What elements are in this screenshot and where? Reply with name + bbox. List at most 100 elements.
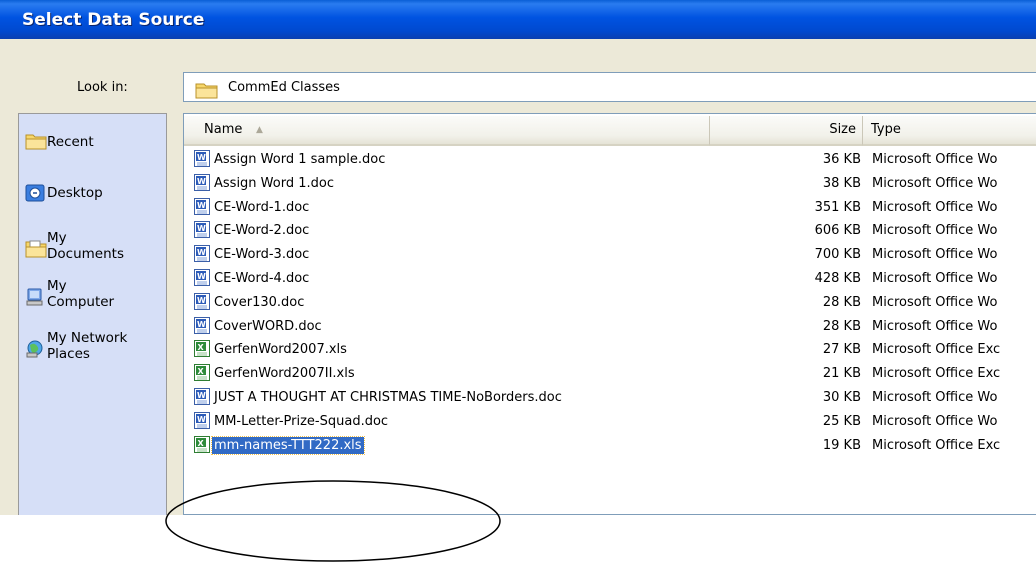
file-name: Assign Word 1.doc [214, 175, 334, 191]
svg-text:X: X [198, 343, 205, 352]
file-size: 28 KB [822, 294, 861, 310]
file-type: Microsoft Office Wo [872, 294, 998, 310]
file-row[interactable]: W MM-Letter-Prize-Squad.doc 25 KB Microsoft… [184, 410, 1036, 433]
file-row[interactable]: Xmm-names-TTT222.xls 19 KB Microsoft Offic… [184, 434, 1036, 457]
file-size: 25 KB [822, 413, 861, 429]
places-bar: Recent Desktop My Documents My Computer [18, 113, 167, 515]
look-in-dropdown[interactable]: CommEd Classes [183, 72, 1036, 102]
file-size: 21 KB [822, 366, 861, 382]
file-row[interactable]: W Assign Word 1 sample.doc 36 KB Microsoft … [184, 148, 1036, 171]
word-file-icon: W [194, 388, 211, 410]
file-row[interactable]: W CE-Word-1.doc 351 KB Microsoft Office Wo [184, 196, 1036, 219]
file-size: 28 KB [822, 318, 861, 334]
look-in-label: Look in: [77, 80, 128, 95]
file-list[interactable]: Name ▲ Size Type W Assign Word 1 sample.d… [183, 113, 1036, 515]
file-row[interactable]: W Cover130.doc 28 KB Microsoft Office Wo [184, 291, 1036, 314]
svg-text:W: W [197, 177, 206, 186]
place-label-line2: Computer [47, 294, 115, 310]
place-label: Recent [47, 134, 94, 150]
file-type: Microsoft Office Wo [872, 175, 998, 191]
network-globe-icon [25, 339, 47, 363]
svg-text:X: X [198, 439, 205, 448]
column-header-type[interactable]: Type [863, 116, 1036, 146]
place-label-line1: My [47, 230, 67, 246]
file-row[interactable]: X GerfenWord2007II.xls 21 KB Microsoft Offi… [184, 362, 1036, 385]
file-row[interactable]: W CoverWORD.doc 28 KB Microsoft Office Wo [184, 315, 1036, 338]
file-name: MM-Letter-Prize-Squad.doc [214, 413, 389, 429]
file-type: Microsoft Office Wo [872, 318, 998, 334]
column-header-name[interactable]: Name ▲ [184, 116, 710, 146]
select-data-source-dialog: Select Data Source Look in: CommEd Class… [0, 0, 1036, 515]
file-size: 351 KB [814, 199, 861, 215]
file-size: 19 KB [822, 437, 861, 453]
place-label-line1: My [47, 278, 67, 294]
column-size-label: Size [829, 122, 856, 137]
word-file-icon: W [194, 316, 211, 339]
file-type: Microsoft Office Wo [872, 199, 998, 215]
highlight-ellipse [165, 480, 501, 562]
file-row[interactable]: W CE-Word-3.doc 700 KB Microsoft Office Wo [184, 243, 1036, 266]
look-in-value: CommEd Classes [228, 80, 340, 95]
word-file-icon: W [194, 221, 211, 243]
column-type-label: Type [871, 122, 901, 137]
file-size: 30 KB [822, 390, 861, 405]
svg-text:W: W [197, 415, 206, 424]
file-name: JUST A THOUGHT AT CHRISTMAS TIME-NoBorde… [214, 390, 562, 405]
file-type: Microsoft Office Wo [872, 223, 998, 239]
file-size: 36 KB [822, 152, 861, 167]
place-label-line2: Documents [47, 246, 124, 262]
recent-folder-icon [25, 132, 47, 154]
file-row[interactable]: W CE-Word-2.doc 606 KB Microsoft Office Wo [184, 219, 1036, 242]
file-size: 38 KB [822, 175, 861, 191]
file-name: CE-Word-4.doc [214, 271, 310, 286]
word-file-icon: W [194, 197, 211, 220]
svg-text:W: W [197, 201, 206, 210]
file-name: Cover130.doc [214, 294, 305, 310]
file-type: Microsoft Office Wo [872, 390, 998, 405]
dialog-title: Select Data Source [22, 10, 205, 30]
file-name: CE-Word-1.doc [214, 199, 310, 215]
excel-file-icon: X [194, 340, 211, 362]
excel-file-icon: X [194, 435, 211, 458]
file-row[interactable]: W Assign Word 1.doc 38 KB Microsoft Office … [184, 172, 1036, 195]
file-size: 428 KB [814, 271, 861, 286]
file-type: Microsoft Office Exc [872, 342, 1001, 358]
file-name: GerfenWord2007.xls [214, 342, 347, 358]
file-row[interactable]: W CE-Word-4.doc 428 KB Microsoft Office Wo [184, 267, 1036, 290]
excel-file-icon: X [194, 364, 211, 386]
file-row[interactable]: W JUST A THOUGHT AT CHRISTMAS TIME-NoBord… [184, 386, 1036, 409]
file-type: Microsoft Office Wo [872, 271, 998, 286]
svg-text:W: W [197, 224, 206, 233]
word-file-icon: W [194, 150, 211, 172]
file-type: Microsoft Office Wo [872, 413, 998, 429]
word-file-icon: W [194, 173, 211, 196]
word-file-icon: W [194, 292, 211, 315]
svg-text:X: X [198, 367, 205, 376]
file-type: Microsoft Office Exc [872, 437, 1001, 453]
column-header-size[interactable]: Size [710, 116, 863, 146]
column-name-label: Name [204, 122, 243, 137]
file-size: 27 KB [822, 342, 861, 358]
file-size: 606 KB [814, 223, 861, 239]
title-bar[interactable]: Select Data Source [0, 0, 1036, 39]
place-label-line1: My Network [47, 330, 128, 346]
file-row[interactable]: X GerfenWord2007.xls 27 KB Microsoft Office… [184, 338, 1036, 361]
file-type: Microsoft Office Exc [872, 366, 1001, 382]
file-name: CE-Word-3.doc [214, 247, 310, 263]
file-type: Microsoft Office Wo [872, 247, 998, 263]
word-file-icon: W [194, 269, 211, 291]
folder-icon [195, 81, 219, 103]
svg-text:W: W [197, 320, 206, 329]
file-type: Microsoft Office Wo [872, 152, 998, 167]
file-name: CE-Word-2.doc [214, 223, 310, 239]
my-documents-icon [25, 239, 47, 263]
sort-ascending-icon: ▲ [256, 125, 263, 135]
word-file-icon: W [194, 411, 211, 434]
word-file-icon: W [194, 245, 211, 267]
place-label-line2: Places [47, 346, 90, 362]
file-name: CoverWORD.doc [214, 318, 322, 334]
file-size: 700 KB [814, 247, 861, 263]
svg-text:W: W [197, 391, 206, 400]
desktop-icon [25, 183, 47, 207]
file-name: Assign Word 1 sample.doc [214, 152, 386, 167]
